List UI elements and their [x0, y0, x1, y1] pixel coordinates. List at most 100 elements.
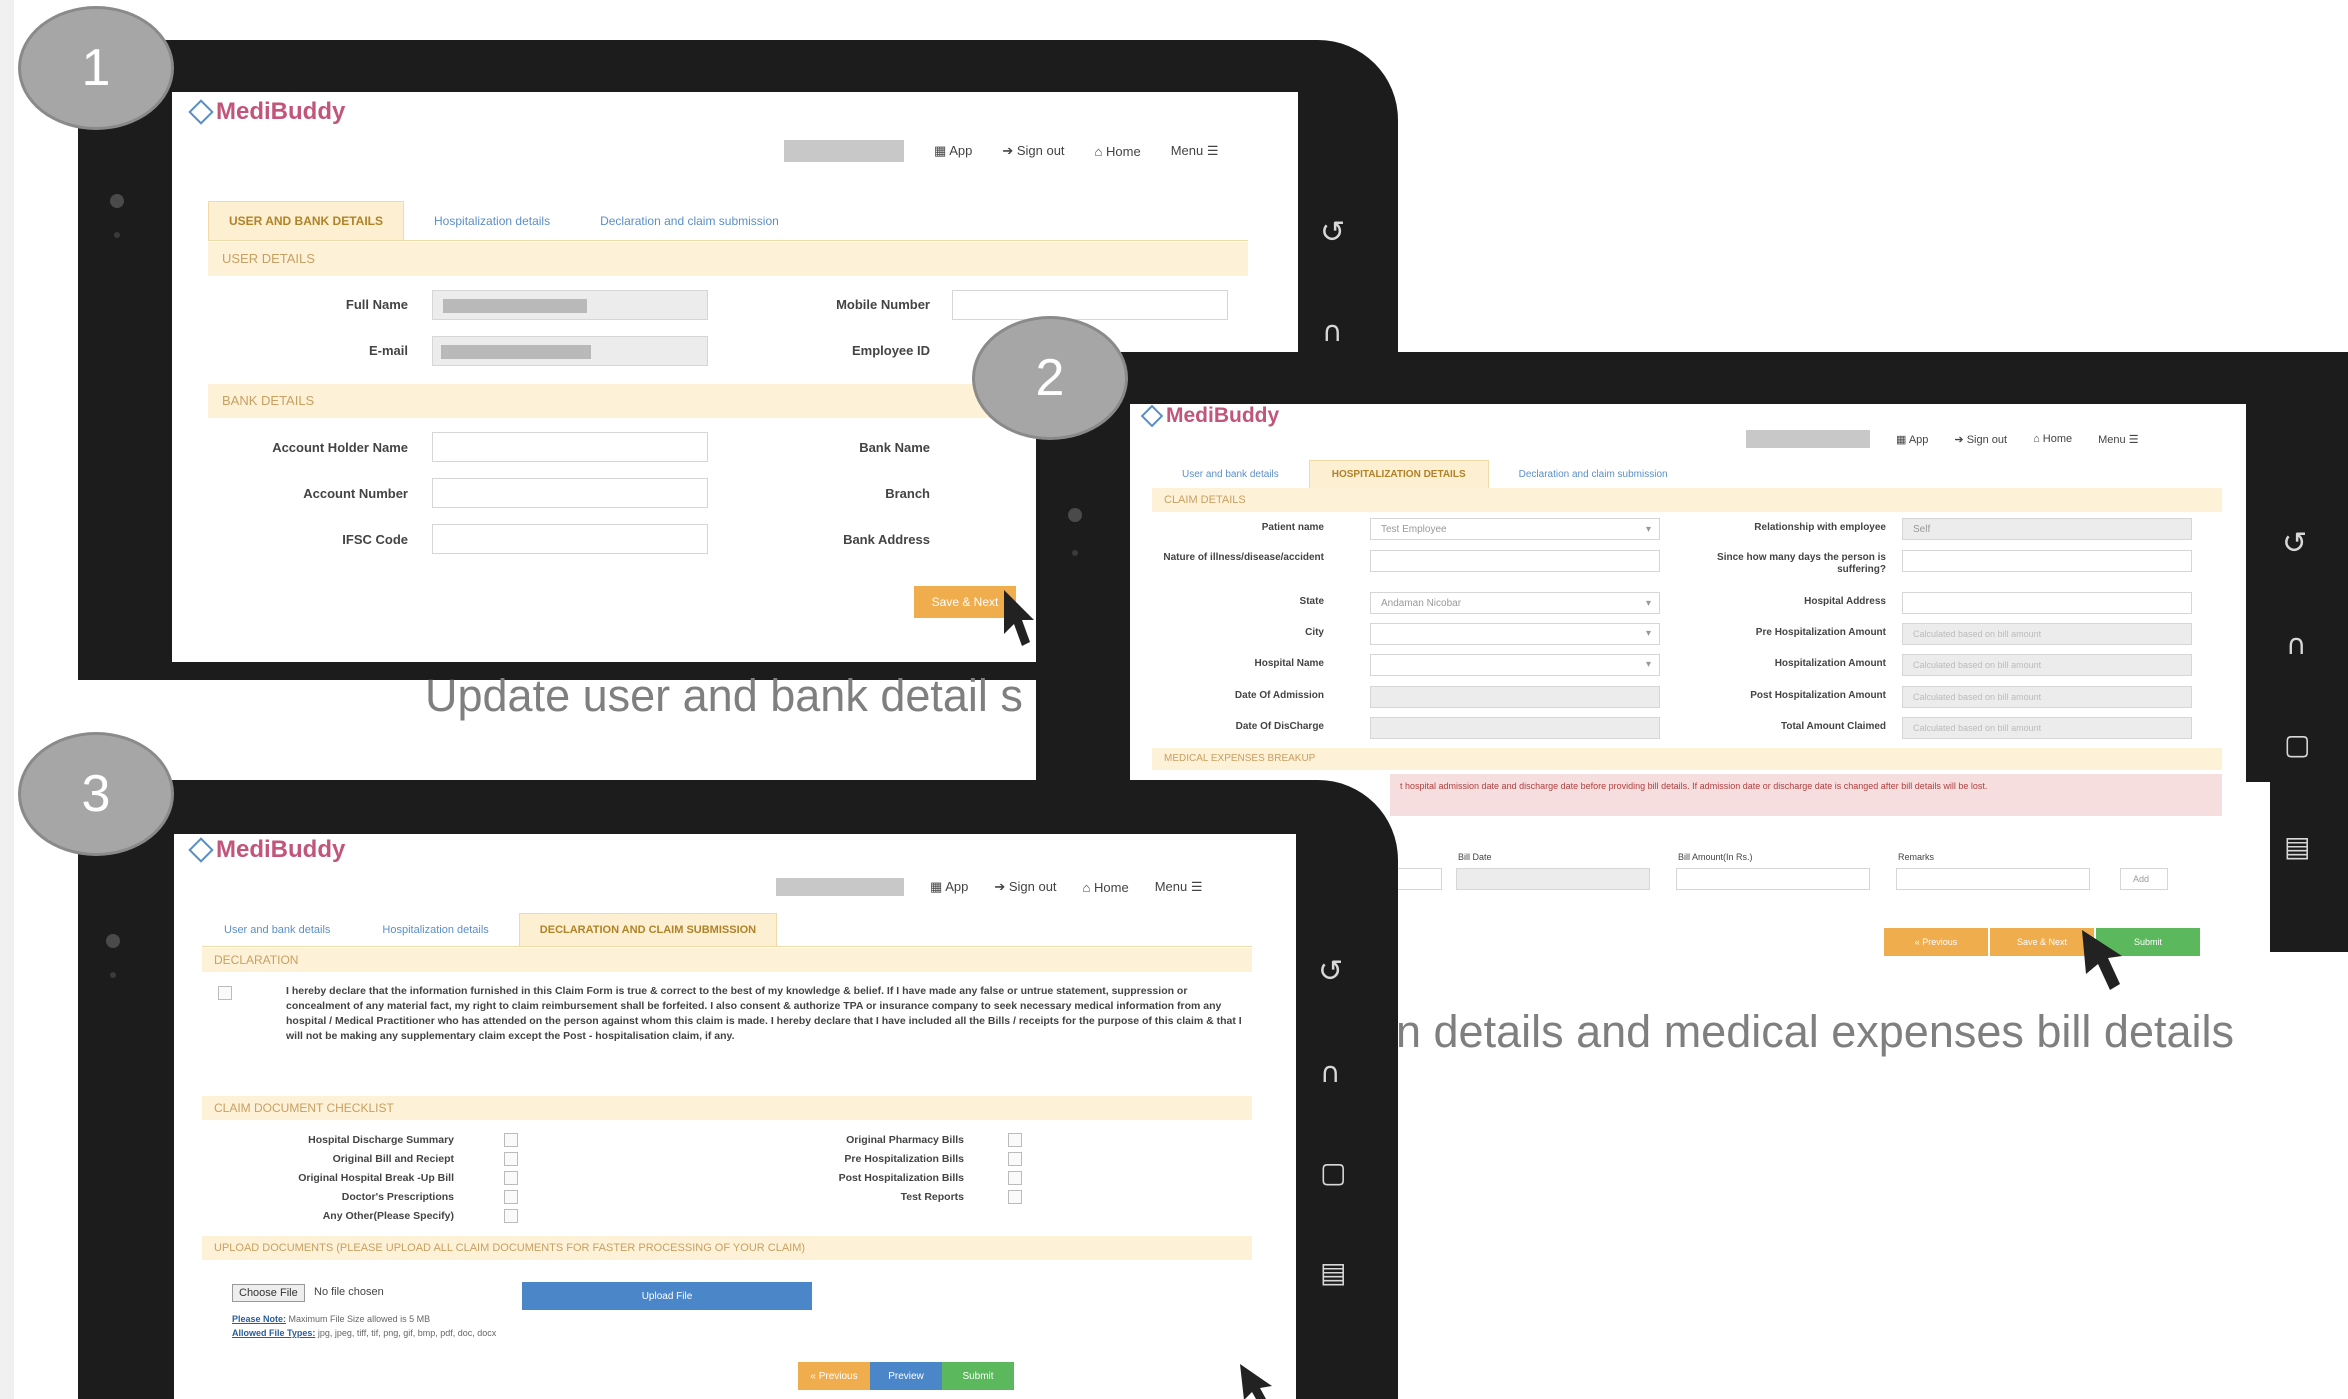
checklist-checkbox[interactable]	[504, 1133, 518, 1147]
note-label: Please Note:	[232, 1314, 287, 1324]
checklist-checkbox[interactable]	[504, 1171, 518, 1185]
menu-key-icon: ▤	[2284, 830, 2311, 863]
label-pre-hosp: Pre Hospitalization Amount	[1755, 627, 1886, 638]
tab-user-bank[interactable]: User and bank details	[1152, 461, 1309, 488]
add-bill-button[interactable]: Add	[2120, 868, 2168, 890]
previous-button[interactable]: « Previous	[798, 1362, 870, 1390]
logo: MediBuddy	[1140, 404, 1279, 428]
choose-file-button[interactable]: Choose File	[232, 1284, 305, 1302]
post-hosp-field: Calculated based on bill amount	[1902, 686, 2192, 708]
col-remarks: Remarks	[1898, 852, 1935, 862]
nav-home-label: Home	[1094, 879, 1129, 895]
preview-button[interactable]: Preview	[870, 1362, 942, 1390]
since-days-field[interactable]	[1902, 550, 2192, 572]
tab-user-bank[interactable]: User and bank details	[202, 914, 352, 946]
upload-file-button[interactable]: Upload File	[522, 1282, 812, 1310]
nav-home-link[interactable]: ⌂ Home	[2033, 433, 2072, 445]
types-text: jpg, jpeg, tiff, tif, png, gif, bmp, pdf…	[317, 1328, 497, 1338]
file-types-note: Allowed File Types: jpg, jpeg, tiff, tif…	[232, 1328, 496, 1338]
state-select[interactable]: Andaman Nicobar ▾	[1370, 592, 1660, 614]
relationship-field[interactable]: Self	[1902, 518, 2192, 540]
nav-home-link[interactable]: ⌂ Home	[1083, 880, 1129, 895]
mobile-field[interactable]	[952, 290, 1228, 320]
nav-menu-link[interactable]: Menu ☰	[2098, 433, 2138, 446]
checklist-item: Any Other(Please Specify)	[322, 1210, 454, 1222]
back-icon: ↺	[2282, 526, 2308, 561]
account-number-field[interactable]	[432, 478, 708, 508]
label-account-holder: Account Holder Name	[272, 440, 408, 455]
declaration-checkbox[interactable]	[218, 986, 232, 1000]
previous-button[interactable]: « Previous	[1884, 928, 1988, 956]
nav-home-label: Home	[1106, 143, 1141, 159]
types-label: Allowed File Types:	[232, 1328, 316, 1338]
section-upload: UPLOAD DOCUMENTS (PLEASE UPLOAD ALL CLAI…	[202, 1236, 1252, 1260]
checklist-checkbox[interactable]	[1008, 1171, 1022, 1185]
label-mobile: Mobile Number	[836, 297, 930, 312]
declaration-text: I hereby declare that the information fu…	[286, 985, 1242, 1042]
email-field[interactable]	[432, 336, 708, 366]
tab-declaration[interactable]: Declaration and claim submission	[1489, 461, 1698, 488]
checklist-checkbox[interactable]	[1008, 1152, 1022, 1166]
nav-menu-label: Menu	[1170, 143, 1204, 158]
hospital-address-field[interactable]	[1902, 592, 2192, 614]
tab-hospitalization[interactable]: Hospitalization details	[352, 914, 518, 946]
nav-signout-label: Sign out	[1016, 143, 1065, 158]
camera-icon	[110, 194, 124, 208]
hospital-name-select[interactable]: ▾	[1370, 654, 1660, 676]
home-key-icon: ∩	[2286, 628, 2307, 661]
nav-app-link[interactable]: ▦ App	[930, 879, 968, 895]
tab-declaration[interactable]: Declaration and claim submission	[580, 202, 799, 240]
tab-hospitalization[interactable]: HOSPITALIZATION DETAILS	[1308, 460, 1489, 488]
nature-field[interactable]	[1370, 550, 1660, 572]
camera-icon	[106, 934, 120, 948]
logo-icon	[188, 99, 214, 125]
nav-app-link[interactable]: ▦ App	[1896, 433, 1928, 446]
nav-app-link[interactable]: ▦ App	[934, 143, 972, 159]
date-discharge-field[interactable]	[1370, 717, 1660, 739]
nav-menu-link[interactable]: Menu ☰	[1155, 879, 1203, 895]
cursor-icon	[1004, 590, 1034, 646]
section-declaration: DECLARATION	[202, 948, 1252, 972]
checklist-checkbox[interactable]	[1008, 1133, 1022, 1147]
tab-hospitalization[interactable]: Hospitalization details	[404, 202, 580, 240]
nav-home-link[interactable]: ⌂ Home	[1095, 144, 1141, 159]
nav-signout-link[interactable]: ➔ Sign out	[1954, 433, 2007, 446]
nav-signout-link[interactable]: ➔ Sign out	[1002, 143, 1064, 159]
account-holder-field[interactable]	[432, 432, 708, 462]
back-icon: ↺	[1320, 215, 1346, 250]
save-next-button[interactable]: Save & Next	[1990, 928, 2094, 956]
cursor-icon	[2082, 930, 2122, 990]
section-medical-expenses: MEDICAL EXPENSES BREAKUP	[1152, 748, 2222, 770]
nav-menu-link[interactable]: Menu ☰	[1171, 143, 1219, 159]
checklist-checkbox[interactable]	[504, 1152, 518, 1166]
logo: MediBuddy	[188, 98, 345, 126]
label-city: City	[1305, 627, 1324, 638]
tab-user-bank[interactable]: USER AND BANK DETAILS	[208, 201, 405, 240]
top-nav: ▦ App ➔ Sign out ⌂ Home Menu ☰	[776, 878, 1203, 896]
checklist-item: Original Hospital Break -Up Bill	[298, 1172, 454, 1184]
tab-declaration[interactable]: DECLARATION AND CLAIM SUBMISSION	[518, 913, 778, 946]
label-ifsc: IFSC Code	[342, 532, 408, 547]
checklist-checkbox[interactable]	[504, 1190, 518, 1204]
ifsc-field[interactable]	[432, 524, 708, 554]
city-select[interactable]: ▾	[1370, 623, 1660, 645]
bill-amount-field[interactable]	[1676, 868, 1870, 890]
home-key-icon: ∩	[1320, 1056, 1341, 1089]
nav-signout-link[interactable]: ➔ Sign out	[994, 879, 1056, 895]
back-icon: ↺	[1318, 954, 1344, 989]
patient-name-select[interactable]: Test Employee ▾	[1370, 518, 1660, 540]
full-name-field[interactable]	[432, 290, 708, 320]
nav-app-label: App	[949, 143, 973, 158]
submit-button[interactable]: Submit	[942, 1362, 1014, 1390]
label-hosp-amount: Hospitalization Amount	[1774, 658, 1886, 669]
checklist-item: Pre Hospitalization Bills	[844, 1153, 964, 1165]
top-nav: ▦ App ➔ Sign out ⌂ Home Menu ☰	[1746, 430, 2139, 448]
checklist-checkbox[interactable]	[1008, 1190, 1022, 1204]
remarks-field[interactable]	[1896, 868, 2090, 890]
tab-bar: USER AND BANK DETAILS Hospitalization de…	[208, 198, 1248, 241]
checklist-checkbox[interactable]	[504, 1209, 518, 1223]
label-patient-name: Patient name	[1261, 522, 1324, 533]
date-admission-field[interactable]	[1370, 686, 1660, 708]
bill-date-field[interactable]	[1456, 868, 1650, 890]
username-redacted	[784, 140, 904, 162]
